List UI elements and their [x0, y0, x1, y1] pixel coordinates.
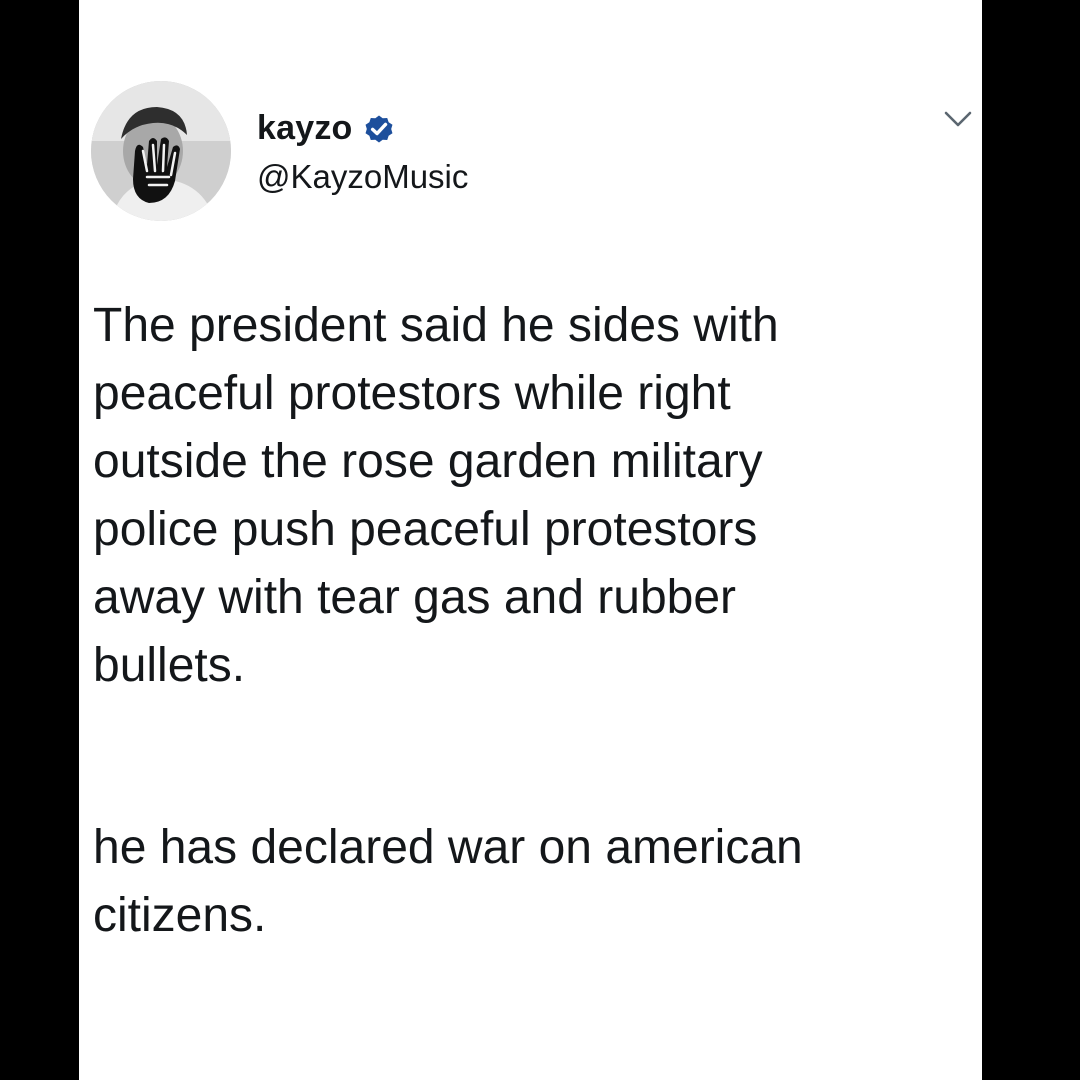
author-display-name[interactable]: kayzo — [257, 109, 353, 148]
author-name-row[interactable]: kayzo — [257, 106, 396, 150]
verified-badge-icon — [365, 115, 392, 143]
image-frame: kayzo @KayzoMusic The president said he … — [0, 0, 1080, 1080]
tweet-text-paragraph-1: The president said he sides with peacefu… — [93, 299, 779, 692]
tweet-card: kayzo @KayzoMusic The president said he … — [79, 0, 982, 1080]
chevron-down-icon[interactable] — [941, 104, 975, 134]
tweet-text-paragraph-2: he has declared war on american citizens… — [93, 821, 803, 942]
author-handle[interactable]: @KayzoMusic — [257, 158, 468, 196]
avatar[interactable] — [91, 81, 231, 221]
avatar-photo — [91, 81, 231, 221]
